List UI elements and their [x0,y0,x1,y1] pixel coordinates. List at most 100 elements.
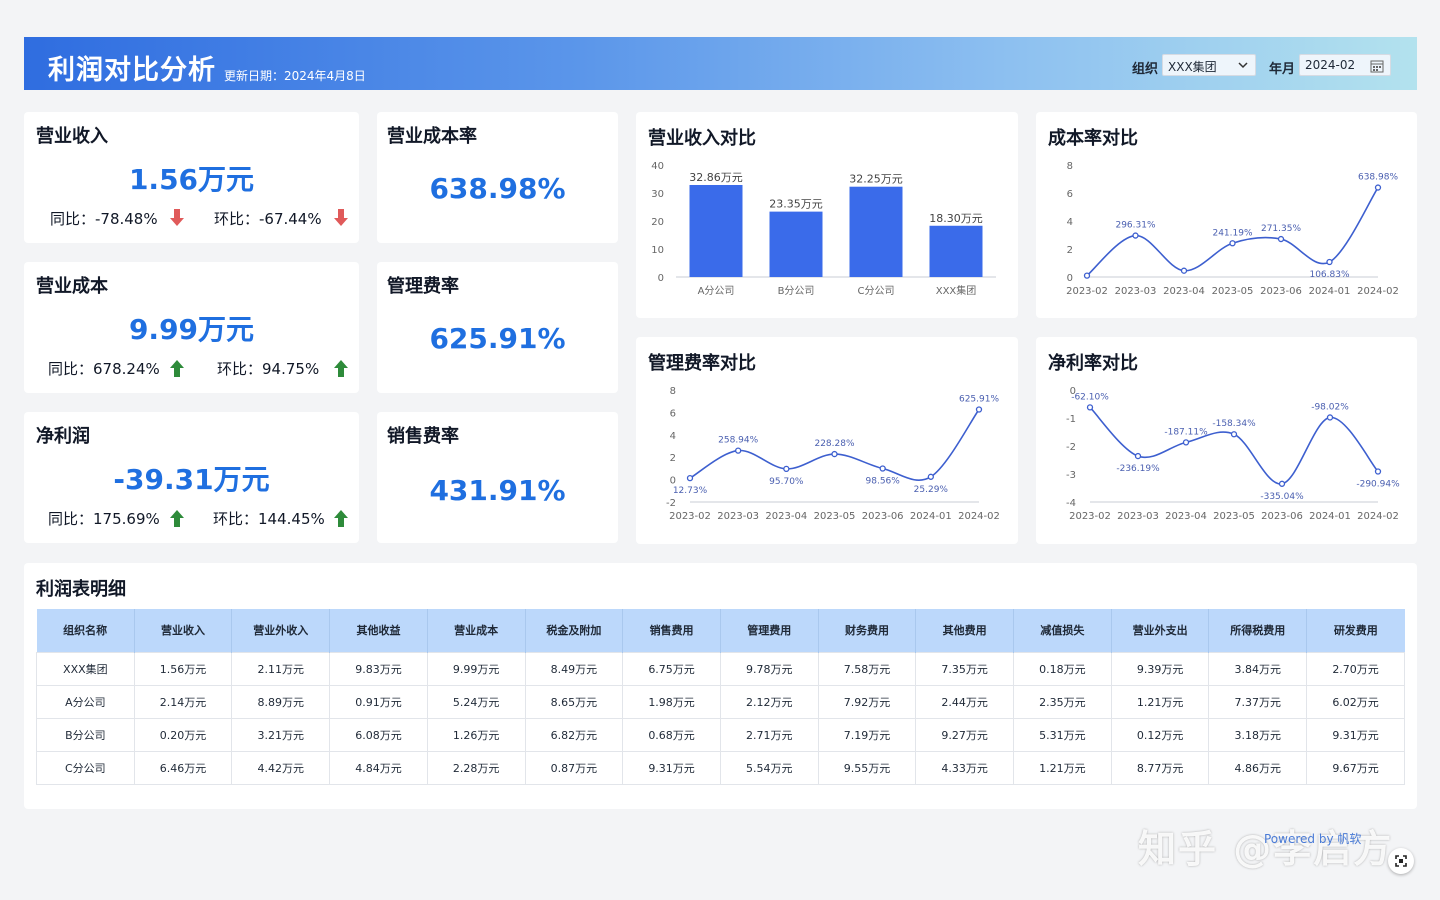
data-point [1134,452,1142,460]
y-tick-label: 2 [670,453,676,464]
data-label: -158.34% [1212,419,1256,429]
data-point [1278,480,1286,487]
data-point [1374,184,1382,191]
kpi-title: 销售费率 [387,426,459,447]
data-label: 241.19% [1212,228,1252,238]
table-cell: 7.35万元 [915,651,1015,686]
table-cell: 2.71万元 [719,717,819,752]
data-point [1374,468,1382,475]
data-label: 32.25万元 [849,173,903,186]
data-point [686,474,694,482]
y-tick-label: 30 [651,189,664,200]
data-label: 32.86万元 [689,171,743,184]
x-tick-label: 2023-05 [1212,286,1254,297]
table-cell: 2.12万元 [719,684,819,719]
data-label: 625.91% [959,394,999,404]
data-point [1182,439,1190,446]
data-point [879,465,886,472]
chart-card-mgmt-rate-compare: 管理费率对比 8 6 4 2 0 -2 12.73% 2023-02 258.94% 2023-0… [636,337,1018,544]
data-label: -187.11% [1164,427,1208,437]
fullscreen-button[interactable] [1388,848,1414,874]
y-tick-label: -1 [1066,414,1076,425]
x-tick-label: 2023-05 [814,511,856,522]
table-cell: 1.98万元 [622,684,721,719]
kpi-yoy: 同比：175.69% [48,510,160,528]
data-label: -62.10% [1071,392,1109,402]
table-cell: XXX集团 [36,651,135,686]
y-tick-label: 0 [658,273,664,284]
table-cell: 6.75万元 [622,651,721,686]
table-cell: 2.11万元 [231,651,331,686]
kpi-title: 营业成本率 [387,126,477,147]
x-tick-label: 2023-02 [1069,511,1111,522]
update-date: 更新日期：2024年4月8日 [224,69,366,83]
kpi-value: 638.98% [429,172,566,205]
kpi-card-profit: 净利润 -39.31万元 同比：175.69% 环比：144.45% [24,412,359,543]
arrow-down-icon [334,209,348,226]
column-header: 组织名称 [36,609,135,652]
arrow-up-icon [334,360,348,377]
data-label: -335.04% [1260,492,1304,502]
kpi-card-cost: 营业成本 9.99万元 同比：678.24% 环比：94.75% [24,262,359,393]
y-tick-label: 8 [670,386,676,397]
table-cell: 9.27万元 [915,717,1015,752]
table-cell: 0.18万元 [1013,651,1112,686]
table-cell: 4.42万元 [231,750,331,785]
table-cell: 4.33万元 [915,750,1015,785]
x-tick-label: 2024-02 [1357,511,1399,522]
table-cell: 1.26万元 [426,717,526,752]
kpi-mom: 环比：144.45% [213,510,325,528]
y-tick-label: 0 [1067,273,1073,284]
x-tick-label: 2023-04 [765,511,807,522]
kpi-title: 营业成本 [36,276,108,297]
table-cell: 9.78万元 [719,651,819,686]
table-cell: B分公司 [36,717,135,752]
org-filter-label: 组织 [1132,62,1159,77]
data-point [1180,267,1188,274]
fullscreen-icon [1395,855,1407,867]
page-title: 利润对比分析 [48,55,216,86]
chart-card-net-margin-compare: 净利率对比 0 -1 -2 -3 -4 -62.10% 2023-02 -236.19% 202… [1036,337,1417,544]
table-cell: 6.02万元 [1306,684,1405,719]
x-tick-label: 2023-04 [1165,511,1207,522]
chart-card-revenue-compare: 营业收入对比 40 30 20 10 0 32.86万元 A分公司 23.35万元 B分公司 32… [636,112,1018,318]
table-cell: 9.31万元 [622,750,721,785]
bar [769,211,823,277]
bar [689,184,743,277]
data-point [1229,240,1236,247]
powered-by-link[interactable]: Powered by 帆软 [1264,830,1361,847]
kpi-yoy: 同比：-78.48% [50,210,158,228]
kpi-mom: 环比：-67.44% [214,210,322,228]
column-header: 所得税费用 [1208,609,1308,652]
y-tick-label: -2 [666,498,676,509]
column-header: 营业外支出 [1111,609,1210,652]
month-picker[interactable]: 2024-02 [1299,54,1391,76]
table-cell: 8.89万元 [231,684,331,719]
data-point [927,473,934,480]
kpi-value: 9.99万元 [128,313,255,346]
x-tick-label: 2023-06 [1261,511,1303,522]
table-row: B分公司 0.20万元 3.21万元 6.08万元 1.26万元 6.82万元 0.68万元… [36,717,1405,752]
data-label: 106.83% [1309,270,1349,280]
org-select[interactable]: XXX集团 [1162,54,1256,76]
y-tick-label: 6 [670,408,676,419]
x-tick-label: B分公司 [778,285,815,297]
data-point [1230,431,1238,438]
table-cell: 9.83万元 [329,651,428,686]
x-tick-label: 2023-04 [1163,286,1205,297]
y-tick-label: 0 [670,476,676,487]
data-point [1277,235,1285,243]
table-header-row: 组织名称 营业收入 营业外收入 其他收益 营业成本 税金及附加 销售费用 管理费用 财务费用 其他… [36,609,1405,652]
net-margin-compare-chart: 0-1-2-3-4-62.10%2023-02-236.19%2023-03-1… [1066,386,1400,522]
y-tick-label: 20 [651,217,664,228]
table-cell: 0.68万元 [622,717,721,752]
column-header: 财务费用 [818,609,917,652]
y-tick-label: -4 [1066,498,1076,509]
x-tick-label: 2023-03 [717,511,759,522]
table-cell: 8.77万元 [1110,750,1210,785]
data-label: 228.28% [814,439,854,449]
data-point [975,406,983,413]
y-tick-label: 10 [651,245,664,256]
kpi-title: 营业收入 [36,126,108,147]
table-cell: 0.91万元 [329,684,428,719]
